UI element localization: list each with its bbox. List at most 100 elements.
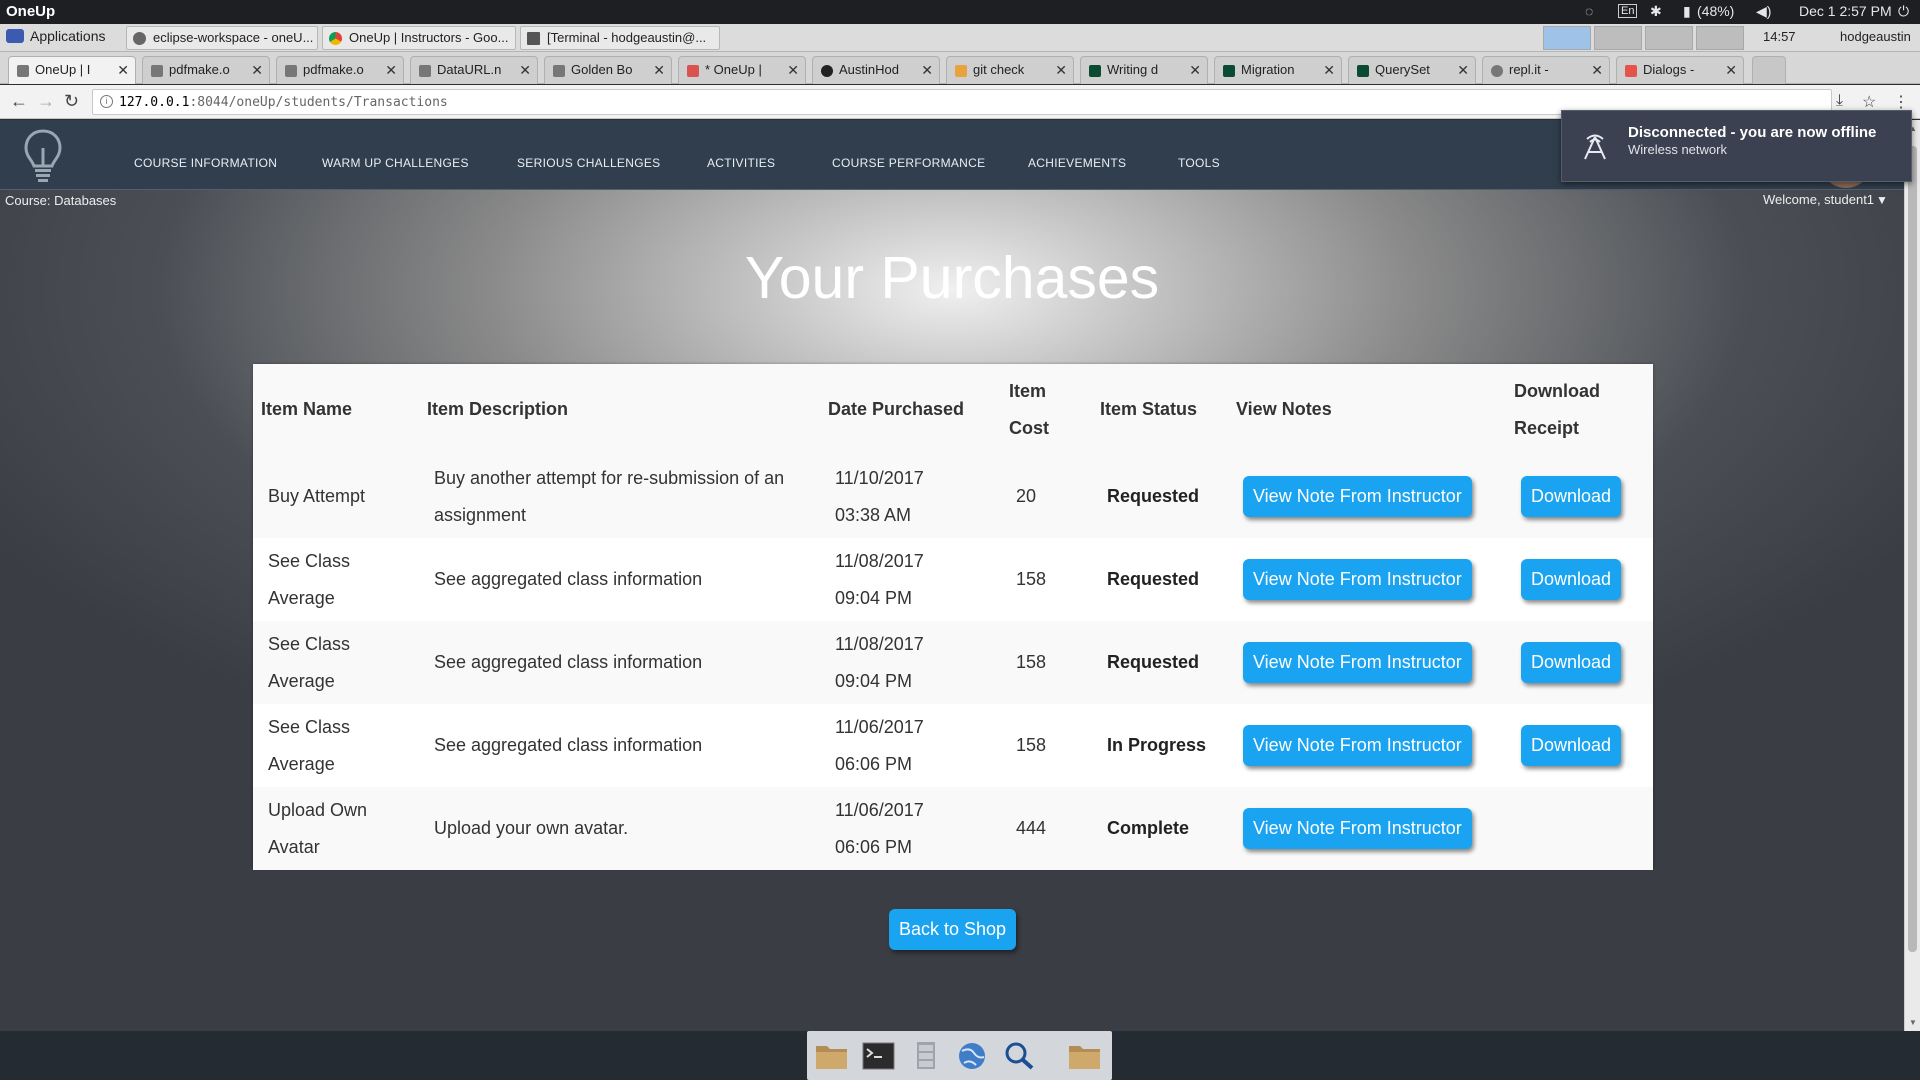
task-chrome[interactable]: OneUp | Instructors - Goo... [322,26,516,50]
reload-icon[interactable]: ↻ [64,91,79,112]
nav-tools[interactable]: TOOLS [1178,156,1220,170]
system-clock[interactable]: Dec 1 2:57 PM [1799,3,1892,19]
header-line: Item [1009,380,1047,401]
web-browser-icon[interactable] [956,1041,989,1070]
workspace-1[interactable] [1543,26,1591,50]
tab-dataurl[interactable]: DataURL.n ✕ [410,56,538,84]
battery-icon[interactable]: ▮ [1683,3,1691,20]
view-note-button[interactable]: View Note From Instructor [1243,725,1472,766]
close-icon[interactable]: ✕ [1725,62,1737,79]
download-receipt-button[interactable]: Download [1521,559,1622,600]
purchase-date: 11/06/2017 [835,716,924,737]
tab-migrations[interactable]: Migration ✕ [1214,56,1342,84]
download-cell: Download [1506,704,1653,787]
close-icon[interactable]: ✕ [1055,62,1067,79]
tab-github[interactable]: AustinHod ✕ [812,56,940,84]
keyboard-layout-indicator[interactable]: En [1618,4,1638,18]
close-icon[interactable]: ✕ [519,62,531,79]
bookmark-star-icon[interactable]: ☆ [1862,92,1876,112]
back-to-shop-button[interactable]: Back to Shop [889,909,1017,950]
tab-dialogs[interactable]: Dialogs - ✕ [1616,56,1744,84]
tab-label: pdfmake.o [169,62,230,77]
nav-warm-up-challenges[interactable]: WARM UP CHALLENGES [322,156,469,170]
home-folder-icon[interactable] [815,1041,848,1070]
forward-arrow-icon[interactable]: → [37,91,55,112]
close-icon[interactable]: ✕ [1591,62,1603,79]
purchase-time: 06:06 PM [835,753,913,774]
page-scrollbar[interactable]: ▲ ▼ [1904,120,1920,1031]
dock-bar [0,1031,1920,1080]
welcome-dropdown[interactable]: Welcome, student1 ▼ [1763,192,1888,207]
tab-writing-django[interactable]: Writing d ✕ [1080,56,1208,84]
close-icon[interactable]: ✕ [385,62,397,79]
download-receipt-button[interactable]: Download [1521,476,1622,517]
scroll-down-icon[interactable]: ▼ [1909,1018,1917,1027]
nav-activities[interactable]: ACTIVITIES [707,156,775,170]
info-icon[interactable]: i [100,95,113,108]
close-icon[interactable]: ✕ [787,62,799,79]
file-manager-icon[interactable] [909,1041,942,1070]
panel-clock[interactable]: 14:57 [1763,29,1796,44]
workspace-4[interactable] [1696,26,1744,50]
task-label: eclipse-workspace - oneU... [153,30,314,45]
tab-replit[interactable]: repl.it - ✕ [1482,56,1610,84]
download-receipt-button[interactable]: Download [1521,642,1622,683]
view-note-button[interactable]: View Note From Instructor [1243,559,1472,600]
tab-label: OneUp | I [35,62,91,77]
bluetooth-icon[interactable]: ✱ [1650,3,1662,20]
tab-pdfmake-1[interactable]: pdfmake.o ✕ [142,56,270,84]
panel-user[interactable]: hodgeaustin [1840,29,1911,44]
workspace-2[interactable] [1594,26,1642,50]
nav-serious-challenges[interactable]: SERIOUS CHALLENGES [517,156,660,170]
close-icon[interactable]: ✕ [1189,62,1201,79]
terminal-icon[interactable] [862,1041,895,1070]
close-icon[interactable]: ✕ [117,62,129,79]
view-note-button[interactable]: View Note From Instructor [1243,642,1472,683]
volume-icon[interactable]: ◀) [1756,3,1771,20]
download-receipt-button[interactable]: Download [1521,725,1622,766]
stackoverflow-icon [955,65,967,77]
task-terminal[interactable]: [Terminal - hodgeaustin@... [520,26,720,50]
tab-oneup[interactable]: OneUp | I ✕ [8,56,136,84]
tab-oneup-2[interactable]: * OneUp | ✕ [678,56,806,84]
django-icon [1223,65,1235,77]
notification-title: Disconnected - you are now offline [1628,124,1877,141]
lightbulb-logo-icon[interactable] [22,128,64,182]
url-path: :8044/oneUp/students/Transactions [189,95,448,110]
tab-label: QuerySet [1375,62,1430,77]
nav-course-information[interactable]: COURSE INFORMATION [134,156,277,170]
notification-subtitle: Wireless network [1628,142,1727,157]
power-icon[interactable]: ⏻ [1898,3,1909,20]
download-icon[interactable]: ⤓ [1836,92,1843,110]
menu-kebab-icon[interactable]: ⋮ [1893,92,1909,112]
task-eclipse[interactable]: eclipse-workspace - oneU... [126,26,318,50]
applications-menu[interactable]: Applications [6,28,106,44]
xfce-logo-icon [6,29,24,43]
scrollbar-thumb[interactable] [1908,146,1917,952]
nav-course-performance[interactable]: COURSE PERFORMANCE [832,156,985,170]
close-icon[interactable]: ✕ [1323,62,1335,79]
close-icon[interactable]: ✕ [653,62,665,79]
search-icon[interactable] [1003,1041,1036,1070]
offline-notification[interactable]: Disconnected - you are now offline Wirel… [1561,110,1912,182]
tab-queryset[interactable]: QuerySet ✕ [1348,56,1476,84]
github-icon [821,65,833,77]
col-header-item-description: Item Description [419,364,820,455]
close-icon[interactable]: ✕ [1457,62,1469,79]
tab-golden[interactable]: Golden Bo ✕ [544,56,672,84]
nav-achievements[interactable]: ACHIEVEMENTS [1028,156,1126,170]
tab-pdfmake-2[interactable]: pdfmake.o ✕ [276,56,404,84]
close-icon[interactable]: ✕ [251,62,263,79]
item-status: Complete [1092,787,1228,870]
close-icon[interactable]: ✕ [921,62,933,79]
back-arrow-icon[interactable]: ← [10,91,28,112]
header-line: Download [1514,380,1600,401]
workspace-3[interactable] [1645,26,1693,50]
item-description: See aggregated class information [419,704,820,787]
folder-icon[interactable] [1068,1041,1101,1070]
view-note-button[interactable]: View Note From Instructor [1243,476,1472,517]
tab-git-checkout[interactable]: git check ✕ [946,56,1074,84]
col-header-date-purchased: Date Purchased [820,364,1001,455]
view-note-button[interactable]: View Note From Instructor [1243,808,1472,849]
new-tab-button[interactable] [1752,56,1786,84]
